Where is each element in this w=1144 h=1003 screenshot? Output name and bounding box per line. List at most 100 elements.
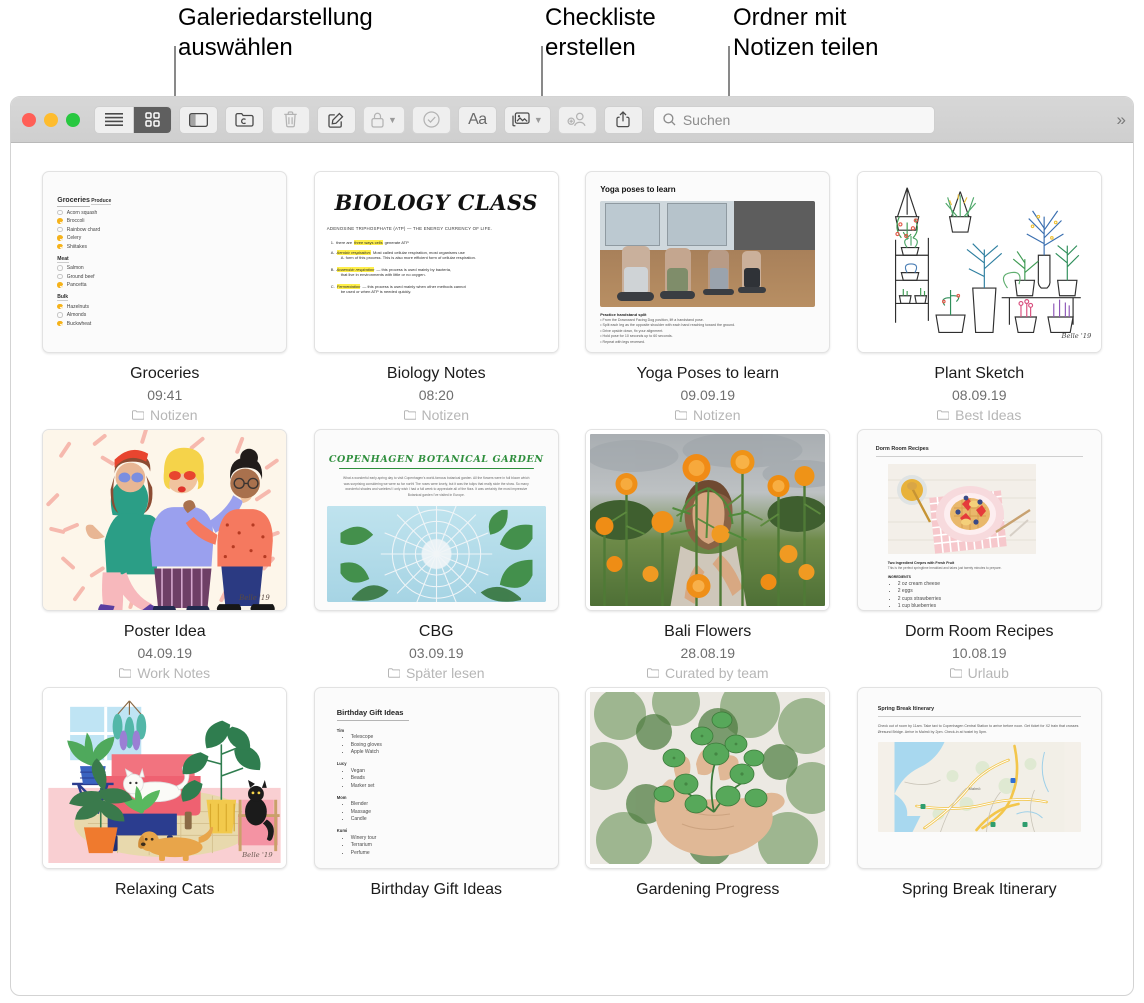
gift-item: Vegan — [351, 768, 536, 774]
gift-item: Blender — [351, 801, 536, 807]
chevron-down-icon: ▼ — [534, 115, 543, 125]
gift-section-name: Mom — [337, 795, 536, 800]
note-thumbnail-poster-idea[interactable]: Belle '19 — [42, 429, 287, 611]
folder-icon — [950, 668, 962, 678]
note-thumbnail-recipes[interactable]: Dorm Room Recipes — [857, 429, 1102, 611]
note-folder: Notizen — [132, 407, 197, 423]
note-card[interactable]: COPENHAGEN BOTANICAL GARDEN What a wonde… — [301, 429, 573, 681]
folder-icon — [388, 668, 400, 678]
yoga-caption: Practice handstand split — [600, 312, 815, 317]
note-date: 10.08.19 — [952, 645, 1007, 661]
three-women-illustration-icon: Belle '19 — [43, 430, 286, 610]
checklist-item: Ground beef — [57, 274, 272, 280]
insert-media-button[interactable]: ▼ — [504, 106, 551, 134]
note-folder-label: Später lesen — [406, 665, 485, 681]
note-title: Yoga Poses to learn — [636, 365, 779, 383]
note-thumbnail-bali-flowers[interactable] — [585, 429, 830, 611]
gallery-view-button[interactable] — [133, 107, 171, 133]
note-date: 04.09.19 — [138, 645, 193, 661]
minimize-button[interactable] — [44, 113, 58, 127]
zoom-button[interactable] — [66, 113, 80, 127]
map-city-label: Malmö — [968, 786, 981, 791]
note-card[interactable]: Bali Flowers 28.08.19 Curated by team — [572, 429, 844, 681]
svg-text:Belle '19: Belle '19 — [241, 851, 273, 859]
yoga-photo — [600, 201, 815, 307]
checklist-item: Buckwheat — [57, 321, 272, 327]
note-card[interactable]: Belle '19 Poster Idea 04.09.19 Work Note… — [29, 429, 301, 681]
share-button[interactable] — [604, 106, 643, 134]
callout-gallery-view: Galeriedarstellung auswählen — [178, 3, 373, 63]
note-card[interactable]: Birthday Gift Ideas Tim Telescope Boxing… — [301, 687, 573, 907]
format-text-button[interactable]: Aa — [458, 106, 497, 134]
view-mode-segmented-control[interactable] — [94, 106, 172, 134]
recipes-ingredients-heading: INGREDIENTS — [888, 575, 1083, 579]
search-field[interactable]: Suchen — [653, 106, 935, 134]
callout-gallery-view-line1: Galeriedarstellung — [178, 3, 373, 33]
note-folder-label: Notizen — [150, 407, 197, 423]
note-thumbnail-yoga[interactable]: Yoga poses to learn — [585, 171, 830, 353]
note-title: Biology Notes — [387, 365, 486, 383]
callout-checklist-line2: erstellen — [545, 33, 656, 63]
note-card[interactable]: Groceries Produce Acorn squash Broccoli … — [29, 171, 301, 423]
note-thumbnail-gift-ideas[interactable]: Birthday Gift Ideas Tim Telescope Boxing… — [314, 687, 559, 869]
notes-window: ▼ Aa ▼ — [10, 96, 1134, 996]
compose-icon — [328, 112, 345, 128]
compose-note-button[interactable] — [317, 106, 356, 134]
note-thumbnail-relaxing-cats[interactable]: Belle '19 — [42, 687, 287, 869]
note-card[interactable]: Belle '19 Relaxing Cats — [29, 687, 301, 907]
note-card[interactable]: Gardening Progress — [572, 687, 844, 907]
note-thumbnail-groceries[interactable]: Groceries Produce Acorn squash Broccoli … — [42, 171, 287, 353]
note-folder-label: Curated by team — [665, 665, 769, 681]
note-thumbnail-gardening[interactable] — [585, 687, 830, 869]
itinerary-body: Check out of room by 11am. Take taxi to … — [878, 723, 1081, 736]
callout-gallery-view-line2: auswählen — [178, 33, 373, 63]
note-title: Gardening Progress — [636, 881, 779, 899]
svg-text:Belle '19: Belle '19 — [1060, 332, 1092, 340]
note-card[interactable]: BIOLOGY CLASS ADENOSINE TRIPHOSPHATE (AT… — [301, 171, 573, 423]
toggle-sidebar-button[interactable] — [179, 106, 218, 134]
share-icon — [616, 111, 630, 128]
note-card[interactable]: Dorm Room Recipes — [844, 429, 1116, 681]
chevron-down-icon: ▼ — [388, 115, 397, 125]
search-input-placeholder[interactable]: Suchen — [683, 112, 730, 128]
recipes-photo — [888, 464, 1036, 554]
note-date: 08.09.19 — [952, 387, 1007, 403]
lock-note-button[interactable]: ▼ — [363, 106, 405, 134]
checklist-item: Broccoli — [57, 218, 272, 224]
note-thumbnail-biology[interactable]: BIOLOGY CLASS ADENOSINE TRIPHOSPHATE (AT… — [314, 171, 559, 353]
note-card[interactable]: Belle '19 Plant Sketch 08.09.19 Best Ide… — [844, 171, 1116, 423]
note-title: Groceries — [130, 365, 199, 383]
callout-checklist: Checkliste erstellen — [545, 3, 656, 63]
note-date: 09:41 — [147, 387, 182, 403]
note-folder-label: Notizen — [693, 407, 740, 423]
checklist-button[interactable] — [412, 106, 451, 134]
note-thumbnail-itinerary[interactable]: Spring Break Itinerary Check out of room… — [857, 687, 1102, 869]
recipes-caption: Two Ingredient Crepes with Fresh Fruit — [888, 561, 1083, 565]
cats-illustration: Belle '19 — [43, 688, 286, 868]
itinerary-map: Malmö — [878, 742, 1081, 832]
gift-item: Beads — [351, 775, 536, 781]
window-controls — [20, 113, 87, 127]
share-folder-button[interactable] — [558, 106, 597, 134]
gift-item: Boxing gloves — [351, 742, 536, 748]
note-card[interactable]: Spring Break Itinerary Check out of room… — [844, 687, 1116, 907]
list-view-button[interactable] — [95, 107, 133, 133]
cbg-body: What a wonderful early-spring day to vis… — [341, 476, 532, 498]
gift-item: Terrarium — [351, 842, 536, 848]
close-button[interactable] — [22, 113, 36, 127]
gift-item: Marker set — [351, 783, 536, 789]
note-thumbnail-plant-sketch[interactable]: Belle '19 — [857, 171, 1102, 353]
checklist-item: Pancetta — [57, 282, 272, 288]
note-card[interactable]: Yoga poses to learn — [572, 171, 844, 423]
delete-button[interactable] — [271, 106, 310, 134]
note-title: Dorm Room Recipes — [905, 623, 1053, 641]
toolbar-overflow-button[interactable]: » — [1111, 110, 1124, 130]
note-thumbnail-cbg[interactable]: COPENHAGEN BOTANICAL GARDEN What a wonde… — [314, 429, 559, 611]
trash-icon — [283, 111, 298, 128]
recipes-subcaption: This is the perfect springtime breakfast… — [888, 566, 1083, 570]
callout-share-folder-line1: Ordner mit — [733, 3, 878, 33]
gift-item: Apple Watch — [351, 749, 536, 755]
new-folder-button[interactable] — [225, 106, 264, 134]
list-icon — [105, 113, 123, 126]
checklist-item: Almonds — [57, 312, 272, 318]
